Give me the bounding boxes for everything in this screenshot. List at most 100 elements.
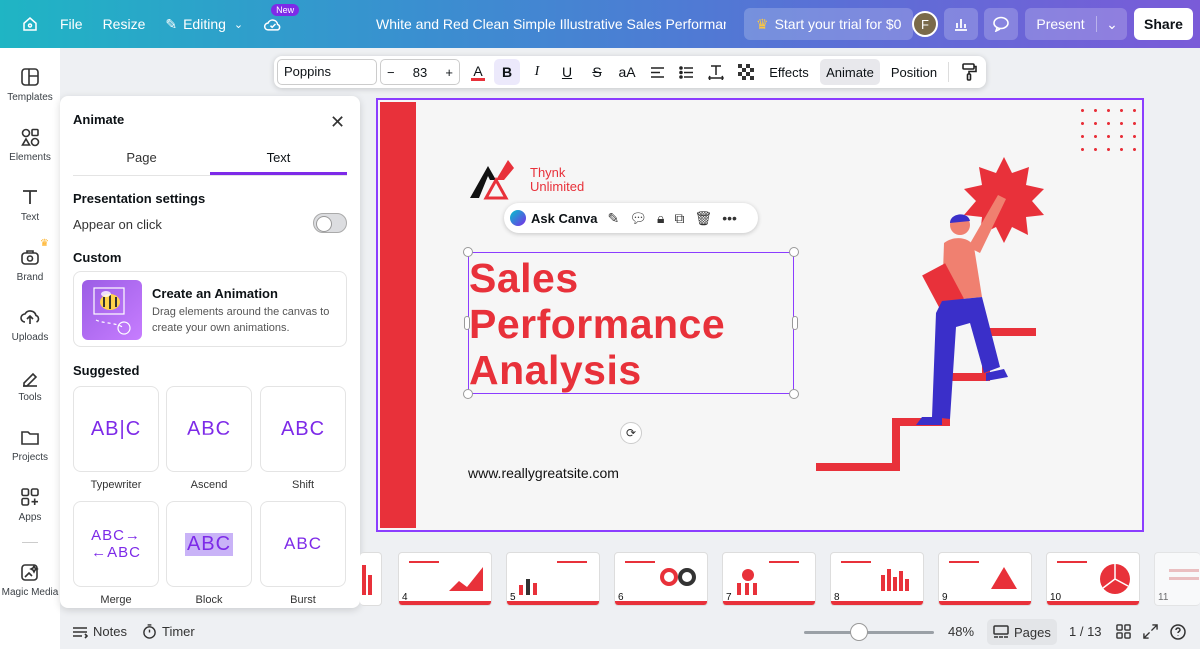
- animation-merge[interactable]: ABC→ ←ABC: [73, 501, 159, 587]
- rotate-handle[interactable]: ⟳: [620, 422, 642, 444]
- page-number: 11: [1158, 592, 1169, 603]
- font-size-stepper: − 83 +: [380, 59, 460, 85]
- page-thumbnail[interactable]: 9: [938, 552, 1032, 606]
- zoom-slider-knob[interactable]: [850, 623, 868, 641]
- rail-elements[interactable]: Elements: [0, 126, 60, 163]
- page-thumbnail[interactable]: 4: [398, 552, 492, 606]
- rail-magic-media[interactable]: Magic Media: [0, 561, 60, 598]
- timer-button[interactable]: Timer: [142, 614, 195, 649]
- copy-style-button[interactable]: [958, 59, 980, 85]
- grid-view-button[interactable]: [1116, 614, 1131, 649]
- side-handle[interactable]: [792, 316, 798, 330]
- animation-shift[interactable]: ABC: [260, 386, 346, 472]
- share-button[interactable]: Share: [1134, 8, 1193, 40]
- decrease-size-button[interactable]: −: [387, 65, 395, 80]
- page-thumbnail[interactable]: 11: [1154, 552, 1200, 606]
- comment-button[interactable]: [984, 8, 1018, 40]
- rail-templates[interactable]: Templates: [0, 66, 60, 103]
- new-badge: New: [271, 4, 300, 16]
- effects-button[interactable]: Effects: [768, 59, 810, 85]
- text-spacing-icon: [708, 65, 724, 80]
- more-icon[interactable]: •••: [722, 210, 737, 226]
- page-thumbnail[interactable]: 5: [506, 552, 600, 606]
- resize-handle[interactable]: [789, 389, 799, 399]
- top-bar: File Resize ✎ Editing ⌄ New White and Re…: [0, 0, 1200, 48]
- dot-pattern: [1076, 104, 1146, 160]
- pencil-icon: ✎: [165, 15, 178, 32]
- increase-size-button[interactable]: +: [445, 65, 453, 80]
- fullscreen-button[interactable]: [1143, 614, 1158, 649]
- create-animation-card[interactable]: Create an Animation Drag elements around…: [73, 271, 347, 347]
- underline-button[interactable]: U: [556, 59, 578, 85]
- zoom-level[interactable]: 48%: [948, 614, 974, 649]
- page-thumbnail[interactable]: 7: [722, 552, 816, 606]
- tab-page[interactable]: Page: [73, 144, 210, 175]
- present-button[interactable]: Present ⌄: [1025, 8, 1127, 40]
- close-icon[interactable]: ✕: [330, 112, 345, 133]
- animation-typewriter[interactable]: AB|C: [73, 386, 159, 472]
- notes-label: Notes: [93, 624, 127, 639]
- rail-uploads[interactable]: Uploads: [0, 306, 60, 343]
- trash-icon[interactable]: 🗑︎: [694, 210, 712, 227]
- logo-line-2: Unlimited: [530, 179, 585, 194]
- font-family-select[interactable]: Poppins: [277, 59, 377, 85]
- page-thumbnail[interactable]: [360, 552, 382, 606]
- typewriter-preview: AB|C: [90, 417, 142, 440]
- rail-text[interactable]: Text: [0, 186, 60, 223]
- animation-block[interactable]: ABC: [166, 501, 252, 587]
- editing-mode-button[interactable]: ✎ Editing ⌄: [155, 7, 253, 41]
- insights-button[interactable]: [944, 8, 978, 40]
- page-thumbnail[interactable]: 10: [1046, 552, 1140, 606]
- notes-button[interactable]: Notes: [72, 614, 127, 649]
- side-handle[interactable]: [464, 316, 470, 330]
- ask-canva-button[interactable]: Ask Canva: [510, 210, 597, 226]
- page-thumbnail[interactable]: 8: [830, 552, 924, 606]
- animate-button[interactable]: Animate: [820, 59, 880, 85]
- spacing-button[interactable]: [705, 59, 727, 85]
- list-button[interactable]: [675, 59, 697, 85]
- zoom-slider-track[interactable]: [804, 631, 934, 634]
- cloud-save-button[interactable]: New: [253, 4, 300, 41]
- rail-projects[interactable]: Projects: [0, 426, 60, 463]
- duplicate-icon[interactable]: ⧉: [674, 210, 684, 227]
- pages-button[interactable]: Pages: [987, 619, 1057, 645]
- resize-handle[interactable]: [789, 247, 799, 257]
- magic-edit-icon[interactable]: ✎: [607, 210, 619, 227]
- position-button[interactable]: Position: [888, 59, 940, 85]
- avatar[interactable]: F: [912, 11, 938, 37]
- rail-tools[interactable]: Tools: [0, 366, 60, 403]
- chevron-down-icon[interactable]: ⌄: [1097, 16, 1127, 33]
- website-text[interactable]: www.reallygreatsite.com: [468, 465, 619, 481]
- resize-handle[interactable]: [463, 247, 473, 257]
- trial-button[interactable]: ♛ Start your trial for $0: [744, 8, 914, 40]
- align-button[interactable]: [646, 59, 668, 85]
- left-rail: Templates Elements Text ♛ Brand Uploads …: [0, 48, 60, 649]
- font-size-input[interactable]: 83: [413, 65, 427, 80]
- italic-button[interactable]: I: [526, 59, 548, 85]
- file-menu[interactable]: File: [50, 7, 93, 41]
- grid-icon: [1116, 624, 1131, 639]
- letter-case-button[interactable]: aA: [615, 59, 639, 85]
- tab-text[interactable]: Text: [210, 144, 347, 175]
- transparency-button[interactable]: [735, 59, 757, 85]
- document-title[interactable]: White and Red Clean Simple Illustrative …: [376, 0, 726, 48]
- slide-canvas[interactable]: Thynk Unlimited Sales Performance Analys…: [376, 98, 1146, 532]
- rail-brand[interactable]: ♛ Brand: [0, 238, 60, 283]
- strikethrough-button[interactable]: S: [586, 59, 608, 85]
- text-color-button[interactable]: A: [466, 59, 490, 85]
- appear-on-click-toggle[interactable]: [313, 213, 347, 233]
- shift-preview: ABC: [280, 417, 326, 440]
- rail-apps[interactable]: Apps: [0, 486, 60, 523]
- resize-handle[interactable]: [463, 389, 473, 399]
- home-button[interactable]: [10, 7, 50, 41]
- resize-button[interactable]: Resize: [93, 7, 156, 41]
- animation-ascend[interactable]: ABC: [166, 386, 252, 472]
- animation-burst[interactable]: ABC: [260, 501, 346, 587]
- bold-button[interactable]: B: [494, 59, 520, 85]
- page-thumbnail[interactable]: 6: [614, 552, 708, 606]
- comment-add-icon[interactable]: 💬︎: [629, 210, 647, 227]
- help-button[interactable]: [1170, 614, 1186, 649]
- projects-icon: [21, 431, 39, 445]
- animation-label: Block: [195, 594, 223, 606]
- lock-icon[interactable]: 🔒︎: [657, 210, 664, 227]
